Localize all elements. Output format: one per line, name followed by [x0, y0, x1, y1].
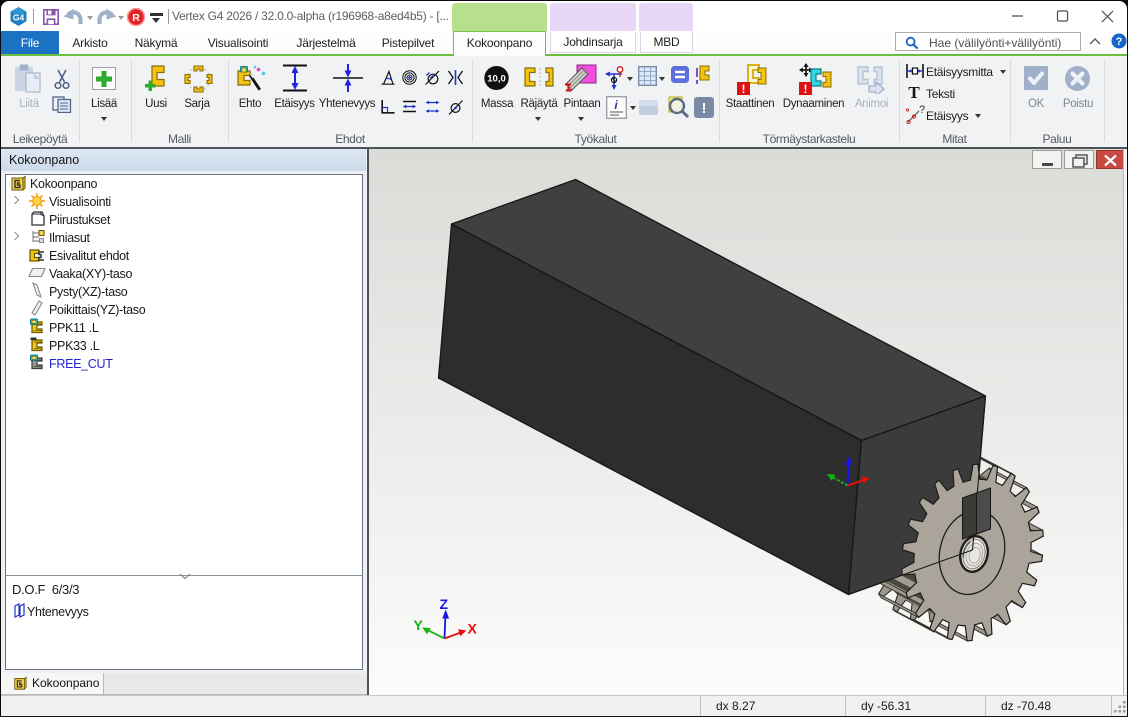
svg-text:?: ? — [919, 105, 925, 116]
svg-text:!: ! — [742, 82, 746, 96]
svg-text:!: ! — [804, 82, 808, 96]
svg-text:X: X — [467, 621, 477, 637]
svg-text:!: ! — [702, 100, 707, 117]
svg-text:10,0: 10,0 — [487, 73, 506, 84]
svg-text:G4: G4 — [13, 13, 25, 23]
svg-text:Z: Z — [439, 596, 448, 612]
svg-text:R: R — [132, 12, 140, 24]
svg-text:?: ? — [1116, 36, 1123, 48]
svg-text:Y: Y — [413, 617, 423, 633]
